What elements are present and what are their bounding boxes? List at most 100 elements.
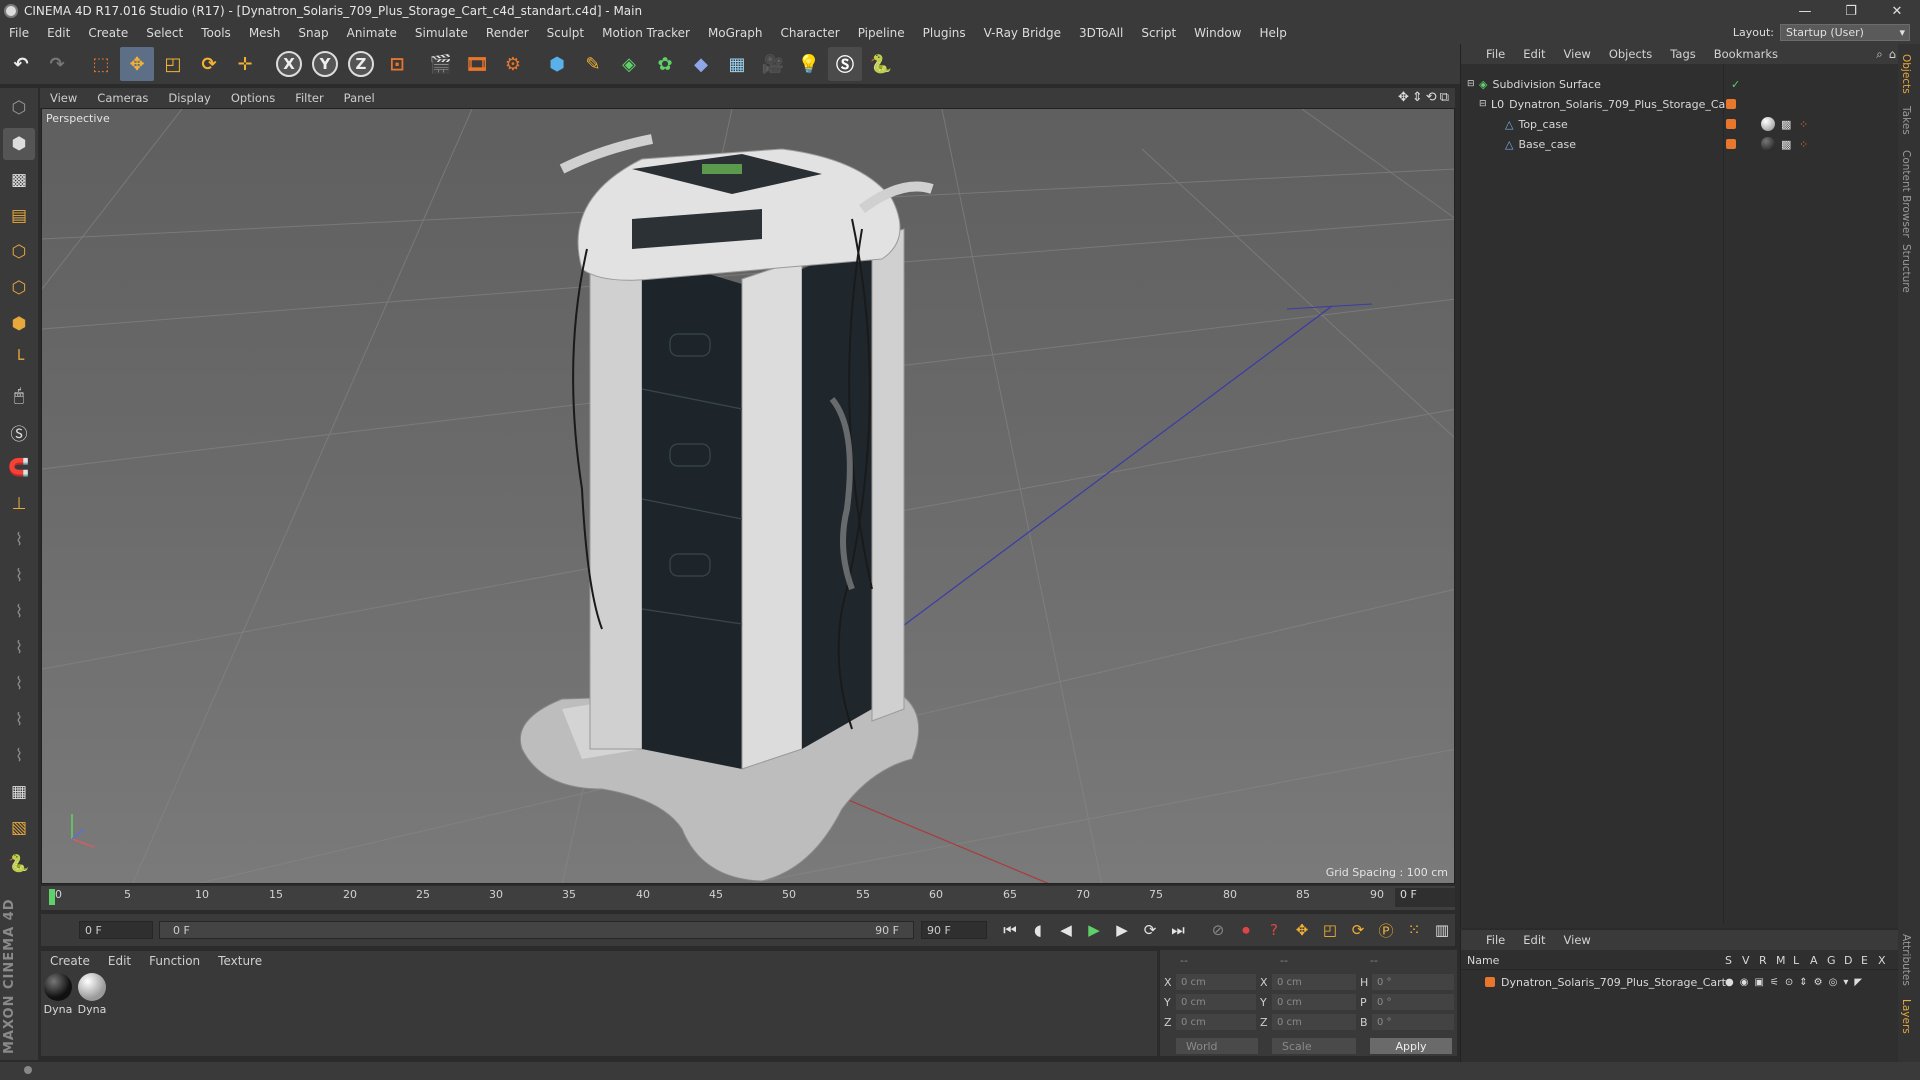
material-menu-function[interactable]: Function (140, 954, 209, 968)
objects-menu-bookmarks[interactable]: Bookmarks (1705, 47, 1787, 61)
object-row-subdivision-surface[interactable]: ⊟ ◈ Subdivision Surface ✓ (1461, 74, 1899, 94)
menu-select[interactable]: Select (137, 26, 192, 40)
end-frame-field[interactable]: 90 F (921, 921, 987, 939)
maximize-view-icon[interactable]: ⧉ (1440, 90, 1449, 105)
material-menu-edit[interactable]: Edit (99, 954, 140, 968)
menu-3dtoall[interactable]: 3DToAll (1070, 26, 1132, 40)
sculpt-tool-4-button[interactable]: ⌇ (3, 632, 35, 664)
viewport-menu-panel[interactable]: Panel (334, 91, 385, 105)
rot-p-field[interactable]: 0 ° (1372, 994, 1454, 1010)
key-rotation-button[interactable]: ⟳ (1346, 919, 1370, 941)
sculpt-tool-7-button[interactable]: ⌇ (3, 740, 35, 772)
layers-menu-file[interactable]: File (1477, 933, 1514, 947)
tweak-mode-button[interactable]: 🖱 (3, 380, 35, 412)
texture-tag-icon[interactable]: ▩ (1781, 118, 1791, 131)
sculpt-tool-3-button[interactable]: ⌇ (3, 596, 35, 628)
object-row-top-case[interactable]: △ Top_case ▩ ⁘ (1461, 114, 1899, 134)
key-parameter-button[interactable]: Ⓟ (1374, 919, 1398, 941)
x-axis-lock-button[interactable]: X (272, 47, 306, 81)
key-pla-button[interactable]: ⁙ (1402, 919, 1426, 941)
menu-simulate[interactable]: Simulate (406, 26, 477, 40)
objects-menu-objects[interactable]: Objects (1600, 47, 1661, 61)
viewport-menu-filter[interactable]: Filter (285, 91, 333, 105)
layer-toggle-icons[interactable]: ●◉▣⚟⊙⇕⚙◎▾◤ (1725, 977, 1868, 988)
layer-color-swatch[interactable] (1485, 977, 1495, 987)
object-row-base-case[interactable]: △ Base_case ▩ ⁘ (1461, 134, 1899, 154)
scale-tool-button[interactable]: ◰ (156, 47, 190, 81)
live-selection-button[interactable]: ⬚ (84, 47, 118, 81)
objects-menu-file[interactable]: File (1477, 47, 1514, 61)
menu-plugins[interactable]: Plugins (914, 26, 975, 40)
sculpt-tool-5-button[interactable]: ⌇ (3, 668, 35, 700)
render-view-button[interactable]: 🎬 (424, 47, 458, 81)
menu-mesh[interactable]: Mesh (240, 26, 290, 40)
menu-help[interactable]: Help (1250, 26, 1295, 40)
z-axis-lock-button[interactable]: Z (344, 47, 378, 81)
layer-color-tag[interactable] (1726, 119, 1736, 129)
sculpt-tool-2-button[interactable]: ⌇ (3, 560, 35, 592)
mograph-cloner-button[interactable]: ✿ (648, 47, 682, 81)
snapping-button[interactable]: Ⓢ (3, 416, 35, 448)
deformer-button[interactable]: ◆ (684, 47, 718, 81)
sculpt-tool-6-button[interactable]: ⌇ (3, 704, 35, 736)
enable-axis-button[interactable]: └ (3, 344, 35, 376)
material-tag-icon[interactable] (1761, 137, 1775, 151)
python-button[interactable]: 🐍 (3, 848, 35, 880)
points-mode-button[interactable]: ⬡ (3, 236, 35, 268)
go-to-start-button[interactable]: ⏮ (998, 919, 1022, 941)
viewport-menu-cameras[interactable]: Cameras (87, 91, 158, 105)
workplane-mode-button[interactable]: ▤ (3, 200, 35, 232)
size-y-field[interactable]: 0 cm (1272, 994, 1356, 1010)
minimize-button[interactable]: — (1782, 0, 1828, 22)
coordinate-system-button[interactable]: ⊡ (380, 47, 414, 81)
rot-h-field[interactable]: 0 ° (1372, 974, 1454, 990)
pos-z-field[interactable]: 0 cm (1176, 1014, 1256, 1030)
menu-tools[interactable]: Tools (192, 26, 240, 40)
tab-objects[interactable]: Objects (1900, 54, 1912, 94)
current-frame-field[interactable]: 0 F (1395, 888, 1455, 907)
close-button[interactable]: ✕ (1874, 0, 1920, 22)
spline-pen-button[interactable]: ✎ (576, 47, 610, 81)
material-menu-texture[interactable]: Texture (209, 954, 271, 968)
next-frame-button[interactable]: ▶ (1110, 919, 1134, 941)
timeline-window-button[interactable]: ▥ (1430, 919, 1454, 941)
record-motion-button[interactable]: ⊘ (1206, 919, 1230, 941)
objects-menu-tags[interactable]: Tags (1661, 47, 1704, 61)
phong-tag-icon[interactable]: ⁘ (1799, 118, 1808, 131)
menu-file[interactable]: File (0, 26, 38, 40)
tab-takes[interactable]: Takes (1900, 106, 1912, 135)
texture-tag-icon[interactable]: ▩ (1781, 138, 1791, 151)
visibility-check-icon[interactable]: ✓ (1731, 78, 1740, 91)
coordinate-mode-dropdown[interactable]: World (1176, 1038, 1258, 1054)
camera-object-button[interactable]: 🎥 (756, 47, 790, 81)
object-row-storage-cart[interactable]: ⊟ L0 Dynatron_Solaris_709_Plus_Storage_C… (1461, 94, 1899, 114)
cube-object-button[interactable]: ⬢ (540, 47, 574, 81)
previous-key-button[interactable]: ◖ (1026, 919, 1050, 941)
apply-button[interactable]: Apply (1370, 1038, 1452, 1054)
material-swatch[interactable]: Dyna (77, 973, 107, 1016)
phong-tag-icon[interactable]: ⁘ (1799, 138, 1808, 151)
autokey-button[interactable]: ⏺ (1234, 919, 1258, 941)
menu-render[interactable]: Render (477, 26, 538, 40)
rot-b-field[interactable]: 0 ° (1372, 1014, 1454, 1030)
previous-frame-button[interactable]: ◀ (1054, 919, 1078, 941)
pos-y-field[interactable]: 0 cm (1176, 994, 1256, 1010)
menu-mograph[interactable]: MoGraph (699, 26, 772, 40)
menu-snap[interactable]: Snap (289, 26, 337, 40)
maximize-button[interactable]: ❐ (1828, 0, 1874, 22)
magnet-tool-button[interactable]: 🧲 (3, 452, 35, 484)
cinema4d-script-button[interactable]: Ⓢ (828, 47, 862, 81)
y-axis-lock-button[interactable]: Y (308, 47, 342, 81)
sculpt-tool-1-button[interactable]: ⌇ (3, 524, 35, 556)
material-tag-icon[interactable] (1761, 117, 1775, 131)
make-editable-button[interactable]: ⬡ (3, 92, 35, 124)
menu-create[interactable]: Create (79, 26, 137, 40)
layers-menu-edit[interactable]: Edit (1514, 933, 1554, 947)
size-z-field[interactable]: 0 cm (1272, 1014, 1356, 1030)
layer-row[interactable]: Dynatron_Solaris_709_Plus_Storage_Cart ●… (1461, 972, 1899, 992)
3d-viewport[interactable]: Perspective Grid Spacing : 100 cm (41, 108, 1455, 884)
material-menu-create[interactable]: Create (41, 954, 99, 968)
redo-button[interactable]: ↷ (40, 47, 74, 81)
transform-tool-button[interactable]: ✛ (228, 47, 262, 81)
tab-layers[interactable]: Layers (1900, 999, 1912, 1034)
